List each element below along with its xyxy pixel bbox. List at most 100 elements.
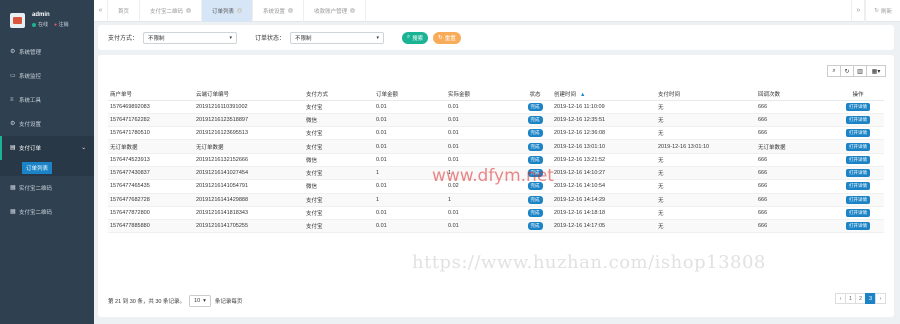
refresh-icon: ↻ <box>844 68 850 75</box>
menu-item-system-monitor[interactable]: ▭ 系统监控 <box>0 64 94 88</box>
search-panel: 支付方式： 不限制 ▾ 订单状态： 不限制 ▾ ⌕ 搜索 ↻ 重置 <box>98 25 894 50</box>
table-cell: 20191216141429888 <box>194 193 304 207</box>
tab-account-management[interactable]: 收款账户管理 × <box>304 0 367 22</box>
submenu-order-list[interactable]: 订单列表 <box>0 160 94 176</box>
table-cell: 1576477872800 <box>108 206 194 221</box>
tab-home[interactable]: 首页 <box>108 0 141 22</box>
toggle-view-button[interactable]: ▥ <box>853 65 867 77</box>
reset-button[interactable]: ↻ 重置 <box>433 31 461 44</box>
menu-item-system-tools[interactable]: ≡ 系统工具 <box>0 88 94 112</box>
avatar-image <box>13 16 22 24</box>
menu-label: 实付宝二维码 <box>19 186 53 192</box>
table-cell: 1576477885880 <box>108 219 194 234</box>
tab-order-list[interactable]: 订单列表 × <box>202 0 254 22</box>
table-cell: 0.01 <box>446 126 518 141</box>
table-row[interactable]: 1576471780510 20191216123695513 支付宝 0.01 0.0… <box>108 126 884 141</box>
page-size-select[interactable]: 10 ▾ <box>189 295 211 307</box>
status-cell: 完成 <box>518 113 552 128</box>
menu-label: 支付宝二维码 <box>19 210 53 216</box>
table-row[interactable]: 1576477872800 20191216141818343 支付宝 0.01 0.0… <box>108 206 884 221</box>
menu-item-alipay-qrcode[interactable]: ▦ 支付宝二维码 <box>0 200 94 224</box>
sidebar: admin 在线 ● 注销 ⚙ 系统管理 ▭ 系统监控 ≡ 系统工具 ⚙ 支付设置 ▤ 支… <box>0 0 94 324</box>
pagination: ‹ 1 2 3 › <box>835 293 886 304</box>
table-row[interactable]: 无订单数据 无订单数据 支付宝 0.01 0.01 完成 2019-12-16 13:01:… <box>108 139 884 154</box>
column-header[interactable]: 商户单号 <box>108 88 194 101</box>
status-cell: 完成 <box>518 193 552 207</box>
menu-item-pay-settings[interactable]: ⚙ 支付设置 <box>0 112 94 136</box>
avatar[interactable] <box>10 12 25 28</box>
status-badge: 完成 <box>527 222 543 231</box>
menu-item-system-admin[interactable]: ⚙ 系统管理 <box>0 40 94 64</box>
tab-alipay-qrcode[interactable]: 支付宝二维码 × <box>140 0 203 22</box>
close-icon[interactable]: × <box>288 8 294 13</box>
close-icon[interactable]: × <box>237 8 243 13</box>
column-header[interactable]: 云端订单编号 <box>194 88 304 101</box>
table-row[interactable]: 1576477885880 20191216141705255 支付宝 0.01 0.0… <box>108 219 884 234</box>
table-cell: 2019-12-16 11:10:09 <box>552 100 656 114</box>
caret-down-icon: ▾ <box>376 34 380 41</box>
table-cell: 无 <box>656 166 756 181</box>
online-label: 在线 <box>38 22 49 28</box>
status-cell: 完成 <box>518 126 552 141</box>
reset-button-label: 重置 <box>444 35 456 42</box>
tab-system-settings[interactable]: 系统设置 × <box>253 0 305 22</box>
table-cell: 666 <box>756 153 832 167</box>
table-cell: 666 <box>756 193 832 207</box>
column-header[interactable]: 支付方式 <box>304 88 374 101</box>
column-header-sortable[interactable]: 创建时间 ▲ <box>552 88 656 101</box>
table-cell: 无订单数据 <box>108 139 194 154</box>
order-status-select[interactable]: 不限制 ▾ <box>290 31 385 44</box>
table-cell: 无 <box>656 193 756 207</box>
tab-next-button[interactable]: » <box>851 0 866 22</box>
column-header[interactable]: 回调次数 <box>756 88 832 101</box>
open-details-button[interactable]: 打开详情 <box>846 169 870 178</box>
table-cell: 微信 <box>304 179 374 194</box>
online-dot-icon <box>32 22 36 27</box>
table-cell: 2019-12-16 12:35:51 <box>552 113 656 128</box>
open-details-button[interactable]: 打开详情 <box>846 195 870 204</box>
column-header[interactable]: 实际金额 <box>446 88 518 101</box>
open-details-button[interactable]: 打开详情 <box>846 182 870 191</box>
table-row[interactable]: 1576471762282 20191216123518897 微信 0.01 0.01… <box>108 113 884 128</box>
table-cell: 2019-12-16 14:17:05 <box>552 219 656 234</box>
status-cell: 完成 <box>518 153 552 167</box>
menu-item-wechat-qrcode[interactable]: ▦ 实付宝二维码 <box>0 176 94 200</box>
menu-item-pay-orders[interactable]: ▤ 支付订单 ⌄ <box>0 136 94 160</box>
table-cell: 666 <box>756 113 832 128</box>
user-panel: admin 在线 ● 注销 <box>0 0 94 40</box>
open-details-button[interactable]: 打开详情 <box>846 222 870 231</box>
column-header[interactable]: 支付时间 <box>656 88 756 101</box>
column-header[interactable]: 状态 <box>518 88 552 101</box>
close-icon[interactable]: × <box>186 8 192 13</box>
column-header[interactable]: 订单金额 <box>374 88 446 101</box>
columns-dropdown-button[interactable]: ▦▾ <box>866 65 886 77</box>
close-icon[interactable]: × <box>350 8 356 13</box>
tab-prev-button[interactable]: « <box>94 0 108 22</box>
table-cell: 1576469892083 <box>108 100 194 114</box>
open-details-button[interactable]: 打开详情 <box>846 209 870 218</box>
open-details-button[interactable]: 打开详情 <box>846 129 870 138</box>
action-cell: 打开详情 <box>832 193 884 207</box>
open-details-button[interactable]: 打开详情 <box>846 142 870 151</box>
table-cell: 0.01 <box>446 206 518 221</box>
online-status: 在线 <box>32 21 48 28</box>
open-details-button[interactable]: 打开详情 <box>846 115 870 124</box>
search-button[interactable]: ⌕ 搜索 <box>402 31 429 44</box>
pay-method-select[interactable]: 不限制 ▾ <box>143 31 238 44</box>
refresh-button[interactable]: ↻ 刷新 <box>865 0 900 22</box>
page-next-button[interactable]: › <box>875 293 886 304</box>
search-toggle-button[interactable]: ⌕ <box>827 65 841 77</box>
menu-label: 支付设置 <box>19 122 42 128</box>
status-badge: 完成 <box>527 102 543 111</box>
logout-link[interactable]: ● 注销 <box>54 21 68 28</box>
menu-label: 系统工具 <box>19 98 42 104</box>
table-row[interactable]: 1576474523913 20191216132152666 微信 0.01 0.01… <box>108 153 884 167</box>
open-details-button[interactable]: 打开详情 <box>846 102 870 111</box>
table-row[interactable]: 1576477682728 20191216141429888 支付宝 1 1 完成 201… <box>108 193 884 207</box>
table-row[interactable]: 1576469892083 20191216110391002 支付宝 0.01 0.0… <box>108 100 884 114</box>
table-cell: 20191216141705255 <box>194 219 304 234</box>
table-cell: 无 <box>656 219 756 234</box>
order-status-label: 订单状态： <box>255 36 286 42</box>
open-details-button[interactable]: 打开详情 <box>846 155 870 164</box>
refresh-table-button[interactable]: ↻ <box>840 65 854 77</box>
